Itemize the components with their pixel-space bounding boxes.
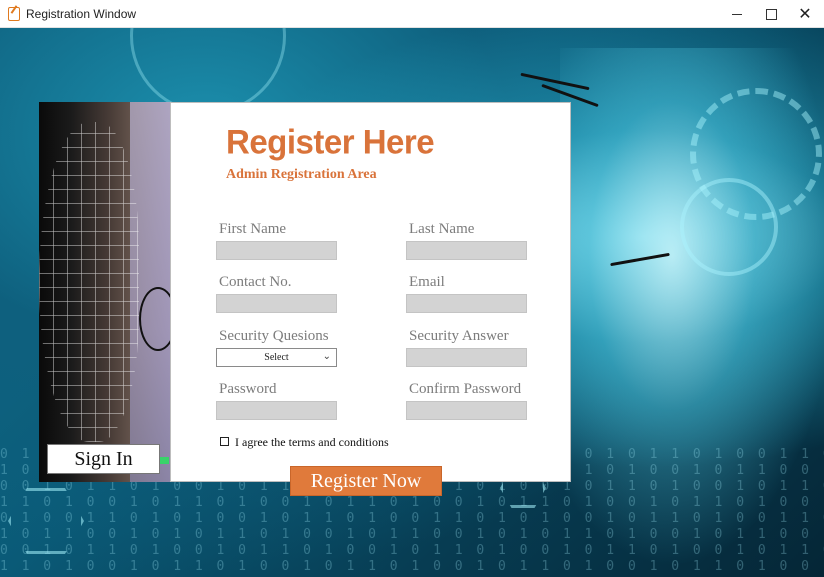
first-name-label: First Name <box>219 221 287 237</box>
close-icon: ✕ <box>798 6 812 23</box>
minimize-icon <box>732 13 742 15</box>
form-subtitle: Admin Registration Area <box>226 167 377 182</box>
security-answer-input[interactable] <box>406 348 527 367</box>
title-bar: Registration Window ✕ <box>0 0 824 28</box>
minimize-button[interactable] <box>720 0 754 28</box>
terms-checkbox[interactable] <box>220 437 229 446</box>
last-name-label: Last Name <box>409 221 475 237</box>
contact-label: Contact No. <box>219 274 292 290</box>
form-title: Register Here <box>226 122 435 161</box>
email-input[interactable] <box>406 294 527 313</box>
decor-ring <box>680 178 778 276</box>
close-button[interactable]: ✕ <box>788 0 822 28</box>
email-label: Email <box>409 274 445 290</box>
window-title: Registration Window <box>26 7 137 21</box>
register-now-button[interactable]: Register Now <box>290 466 442 496</box>
first-name-input[interactable] <box>216 241 337 260</box>
password-input[interactable] <box>216 401 337 420</box>
sign-in-button[interactable]: Sign In <box>47 444 160 474</box>
chevron-down-icon: ⌄ <box>322 351 331 362</box>
maximize-icon <box>765 8 777 20</box>
password-label: Password <box>219 381 277 397</box>
confirm-password-input[interactable] <box>406 401 527 420</box>
contact-input[interactable] <box>216 294 337 313</box>
security-question-label: Security Quesions <box>219 328 329 344</box>
app-icon <box>8 7 20 21</box>
sign-in-indicator <box>160 457 169 464</box>
wireframe-face <box>39 122 139 442</box>
face-scan-image <box>39 102 170 482</box>
registration-form: Register Here Admin Registration Area Fi… <box>170 102 571 482</box>
terms-label: I agree the terms and conditions <box>235 435 389 449</box>
security-answer-label: Security Answer <box>409 328 509 344</box>
confirm-password-label: Confirm Password <box>409 381 522 397</box>
security-question-value: Select <box>264 352 289 363</box>
security-question-select[interactable]: Select ⌄ <box>216 348 337 367</box>
earring <box>139 287 170 351</box>
last-name-input[interactable] <box>406 241 527 260</box>
maximize-button[interactable] <box>754 0 788 28</box>
